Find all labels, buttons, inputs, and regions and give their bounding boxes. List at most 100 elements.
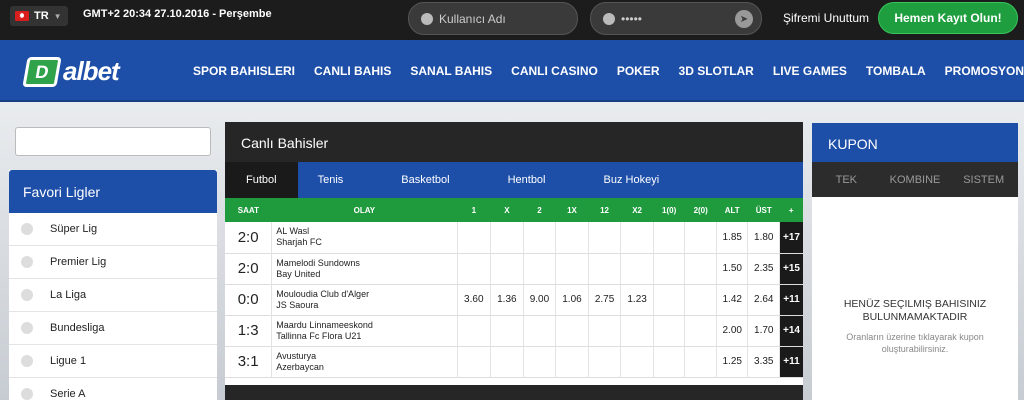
- nav-item-promosyonlar[interactable]: PROMOSYONLAR: [945, 64, 1024, 78]
- forgot-password-link[interactable]: Şifremi Unuttum: [783, 11, 869, 25]
- col-header: 2: [537, 205, 542, 215]
- odds-cell-ox2[interactable]: [620, 315, 654, 346]
- home-team: Maardu Linnameeskond: [276, 319, 373, 330]
- odds-cell-o12[interactable]: [587, 222, 621, 253]
- league-item-ligue-1[interactable]: Ligue 1: [9, 345, 217, 378]
- odds-cell-h2[interactable]: [684, 315, 717, 346]
- tab-basketbol[interactable]: Basketbol: [381, 162, 469, 198]
- odds-cell-h2[interactable]: [684, 284, 717, 315]
- username-input[interactable]: Kullanıcı Adı: [408, 2, 578, 35]
- nav-item-3d-slotlar[interactable]: 3D SLOTLAR: [679, 64, 754, 78]
- odds-cell-h1[interactable]: [652, 315, 685, 346]
- odds-cell-o1x[interactable]: [555, 315, 589, 346]
- odds-cell-ox[interactable]: [490, 346, 524, 377]
- odds-cell-o1x[interactable]: 1.06: [555, 284, 589, 315]
- odds-cell-ox2[interactable]: [620, 253, 654, 284]
- tab-kombine[interactable]: KOMBINE: [881, 162, 950, 197]
- odds-cell-ox[interactable]: [490, 253, 524, 284]
- odds-cell-alt[interactable]: 1.85: [715, 222, 748, 253]
- odds-cell-h2[interactable]: [684, 222, 717, 253]
- login-arrow-icon[interactable]: ➤: [735, 10, 753, 28]
- odds-cell-ust[interactable]: 1.70: [747, 315, 780, 346]
- favorite-leagues-panel: Favori Ligler Süper Lig Premier Lig La L…: [9, 170, 217, 400]
- odds-cell-o2[interactable]: [522, 253, 556, 284]
- language-selector[interactable]: TR ▼: [10, 6, 68, 26]
- odds-cell-alt[interactable]: 1.50: [715, 253, 748, 284]
- password-input[interactable]: ••••• ➤: [590, 2, 762, 35]
- odds-cell-o1x[interactable]: [555, 346, 589, 377]
- match-teams[interactable]: Mouloudia Club d'Alger JS Saoura: [271, 284, 457, 315]
- match-teams[interactable]: Mamelodi Sundowns Bay United: [271, 253, 457, 284]
- odds-cell-o1[interactable]: [456, 346, 491, 377]
- tab-tenis[interactable]: Tenis: [298, 162, 364, 198]
- odds-cell-o1x[interactable]: [555, 222, 589, 253]
- odds-cell-o12[interactable]: [587, 346, 621, 377]
- odds-cell-ox2[interactable]: [620, 346, 654, 377]
- odds-cell-o1[interactable]: 3.60: [456, 284, 491, 315]
- table-row[interactable]: 1:3 Maardu Linnameeskond Tallinna Fc Flora…: [225, 315, 803, 346]
- nav-item-poker[interactable]: POKER: [617, 64, 660, 78]
- odds-cell-alt[interactable]: 1.25: [715, 346, 748, 377]
- nav-item-spor-bahisleri[interactable]: SPOR BAHISLERI: [193, 64, 295, 78]
- register-button[interactable]: Hemen Kayıt Olun!: [878, 2, 1018, 34]
- more-markets-button[interactable]: +11: [779, 284, 803, 315]
- odds-cell-ust[interactable]: 3.35: [747, 346, 780, 377]
- odds-cell-h1[interactable]: [652, 253, 685, 284]
- logo[interactable]: D albet: [22, 56, 120, 87]
- odds-cell-o2[interactable]: [522, 315, 556, 346]
- odds-cell-o12[interactable]: 2.75: [587, 284, 621, 315]
- table-row[interactable]: 2:0 Mamelodi Sundowns Bay United 1.50 2.35 +1…: [225, 253, 803, 284]
- nav-item-live-games[interactable]: LIVE GAMES: [773, 64, 847, 78]
- league-item-premier-lig[interactable]: Premier Lig: [9, 246, 217, 279]
- odds-cell-h1[interactable]: [652, 284, 685, 315]
- league-item-serie-a[interactable]: Serie A: [9, 378, 217, 400]
- odds-cell-h2[interactable]: [684, 253, 717, 284]
- match-teams[interactable]: Avusturya Azerbaycan: [271, 346, 457, 377]
- match-teams[interactable]: AL Wasl Sharjah FC: [271, 222, 457, 253]
- odds-cell-ust[interactable]: 1.80: [747, 222, 780, 253]
- league-item-la-liga[interactable]: La Liga: [9, 279, 217, 312]
- odds-cell-ox[interactable]: [490, 315, 524, 346]
- odds-cell-alt[interactable]: 2.00: [715, 315, 748, 346]
- match-teams[interactable]: Maardu Linnameeskond Tallinna Fc Flora U2…: [271, 315, 457, 346]
- nav-item-canli-casino[interactable]: CANLI CASINO: [511, 64, 598, 78]
- nav-item-sanal-bahis[interactable]: SANAL BAHIS: [410, 64, 492, 78]
- tab-hentbol[interactable]: Hentbol: [488, 162, 566, 198]
- odds-cell-o1[interactable]: [456, 222, 491, 253]
- table-row[interactable]: 0:0 Mouloudia Club d'Alger JS Saoura 3.60 1.…: [225, 284, 803, 315]
- odds-cell-o2[interactable]: [522, 222, 556, 253]
- odds-cell-o2[interactable]: [522, 346, 556, 377]
- league-item-super-lig[interactable]: Süper Lig: [9, 213, 217, 246]
- tab-buz-hokeyi[interactable]: Buz Hokeyi: [584, 162, 680, 198]
- odds-cell-h1[interactable]: [652, 222, 685, 253]
- odds-cell-o1x[interactable]: [555, 253, 589, 284]
- more-markets-button[interactable]: +11: [779, 346, 803, 377]
- tab-futbol[interactable]: Futbol: [225, 162, 298, 198]
- more-markets-button[interactable]: +17: [779, 222, 803, 253]
- odds-cell-o1[interactable]: [456, 253, 491, 284]
- odds-cell-ox2[interactable]: [620, 222, 654, 253]
- nav-item-tombala[interactable]: TOMBALA: [866, 64, 926, 78]
- live-bets-title: Canlı Bahisler: [225, 122, 803, 162]
- league-item-bundesliga[interactable]: Bundesliga: [9, 312, 217, 345]
- tab-sistem[interactable]: SISTEM: [949, 162, 1018, 197]
- odds-cell-o1[interactable]: [456, 315, 491, 346]
- odds-cell-o2[interactable]: 9.00: [522, 284, 556, 315]
- odds-cell-o12[interactable]: [587, 315, 621, 346]
- odds-cell-ox[interactable]: 1.36: [490, 284, 524, 315]
- odds-cell-h1[interactable]: [652, 346, 685, 377]
- tab-tek[interactable]: TEK: [812, 162, 881, 197]
- search-input[interactable]: [15, 127, 211, 156]
- odds-cell-o12[interactable]: [587, 253, 621, 284]
- table-row[interactable]: 2:0 AL Wasl Sharjah FC 1.85 1.80 +17: [225, 222, 803, 253]
- odds-cell-ust[interactable]: 2.35: [747, 253, 780, 284]
- odds-cell-ust[interactable]: 2.64: [747, 284, 780, 315]
- nav-item-canli-bahis[interactable]: CANLI BAHIS: [314, 64, 391, 78]
- table-row[interactable]: 3:1 Avusturya Azerbaycan 1.25 3.35 +11: [225, 346, 803, 377]
- odds-cell-h2[interactable]: [684, 346, 717, 377]
- odds-cell-alt[interactable]: 1.42: [715, 284, 748, 315]
- odds-cell-ox2[interactable]: 1.23: [620, 284, 654, 315]
- odds-cell-ox[interactable]: [490, 222, 524, 253]
- more-markets-button[interactable]: +15: [779, 253, 803, 284]
- more-markets-button[interactable]: +14: [779, 315, 803, 346]
